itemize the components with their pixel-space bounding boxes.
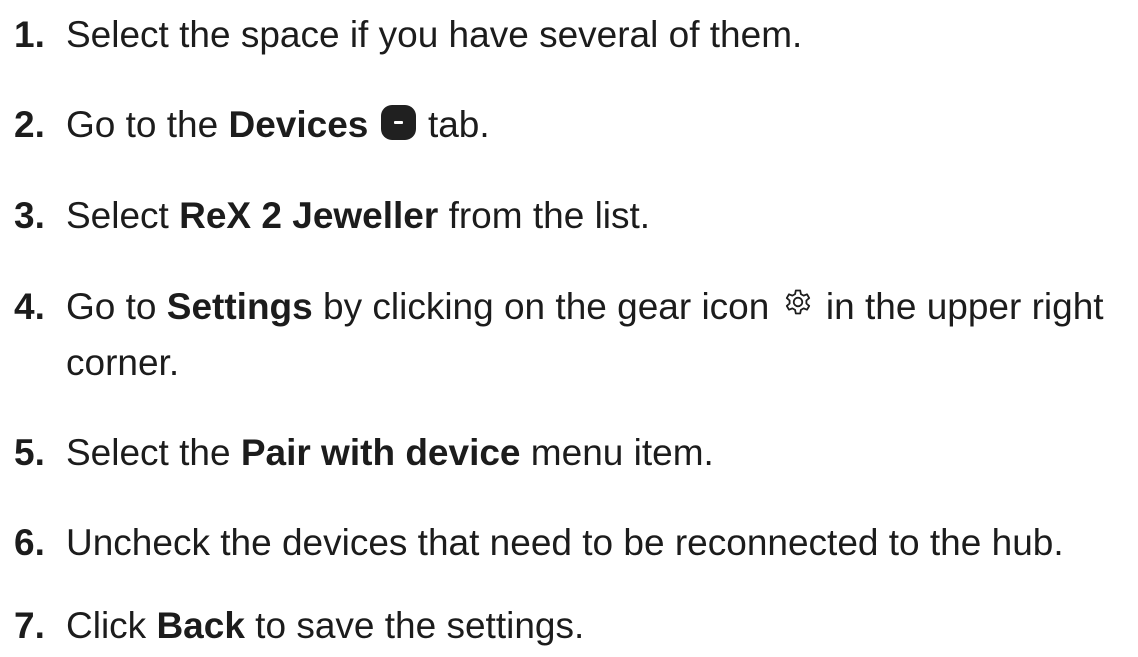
- step-text: Go to Settings by clicking on the gear i…: [66, 286, 1104, 327]
- step-text: Select the Pair with device menu item.: [66, 432, 714, 473]
- devices-label: Devices: [228, 104, 369, 145]
- settings-label: Settings: [166, 286, 313, 327]
- devices-tab-icon: [380, 105, 416, 140]
- step-number: 3.: [14, 195, 45, 236]
- instructions-list: 1. Select the space if you have several …: [0, 0, 1138, 657]
- step-number: 7.: [14, 605, 45, 646]
- step-number: 4.: [14, 286, 45, 327]
- step-number: 6.: [14, 522, 45, 563]
- device-name: ReX 2 Jeweller: [179, 195, 439, 236]
- step-number: 5.: [14, 432, 45, 473]
- step-number: 1.: [14, 14, 45, 55]
- back-label: Back: [156, 605, 245, 646]
- step-text: Select ReX 2 Jeweller from the list.: [66, 195, 651, 236]
- step-text: Select the space if you have several of …: [66, 14, 803, 55]
- step-text: Uncheck the devices that need to be reco…: [66, 522, 1064, 563]
- menu-item-label: Pair with device: [240, 432, 521, 473]
- step-text: Go to the Devices tab.: [66, 104, 490, 145]
- gear-icon: [783, 287, 813, 317]
- step-number: 2.: [14, 104, 45, 145]
- step-text: Click Back to save the settings.: [66, 605, 585, 646]
- step-text-continued: corner.: [66, 342, 180, 383]
